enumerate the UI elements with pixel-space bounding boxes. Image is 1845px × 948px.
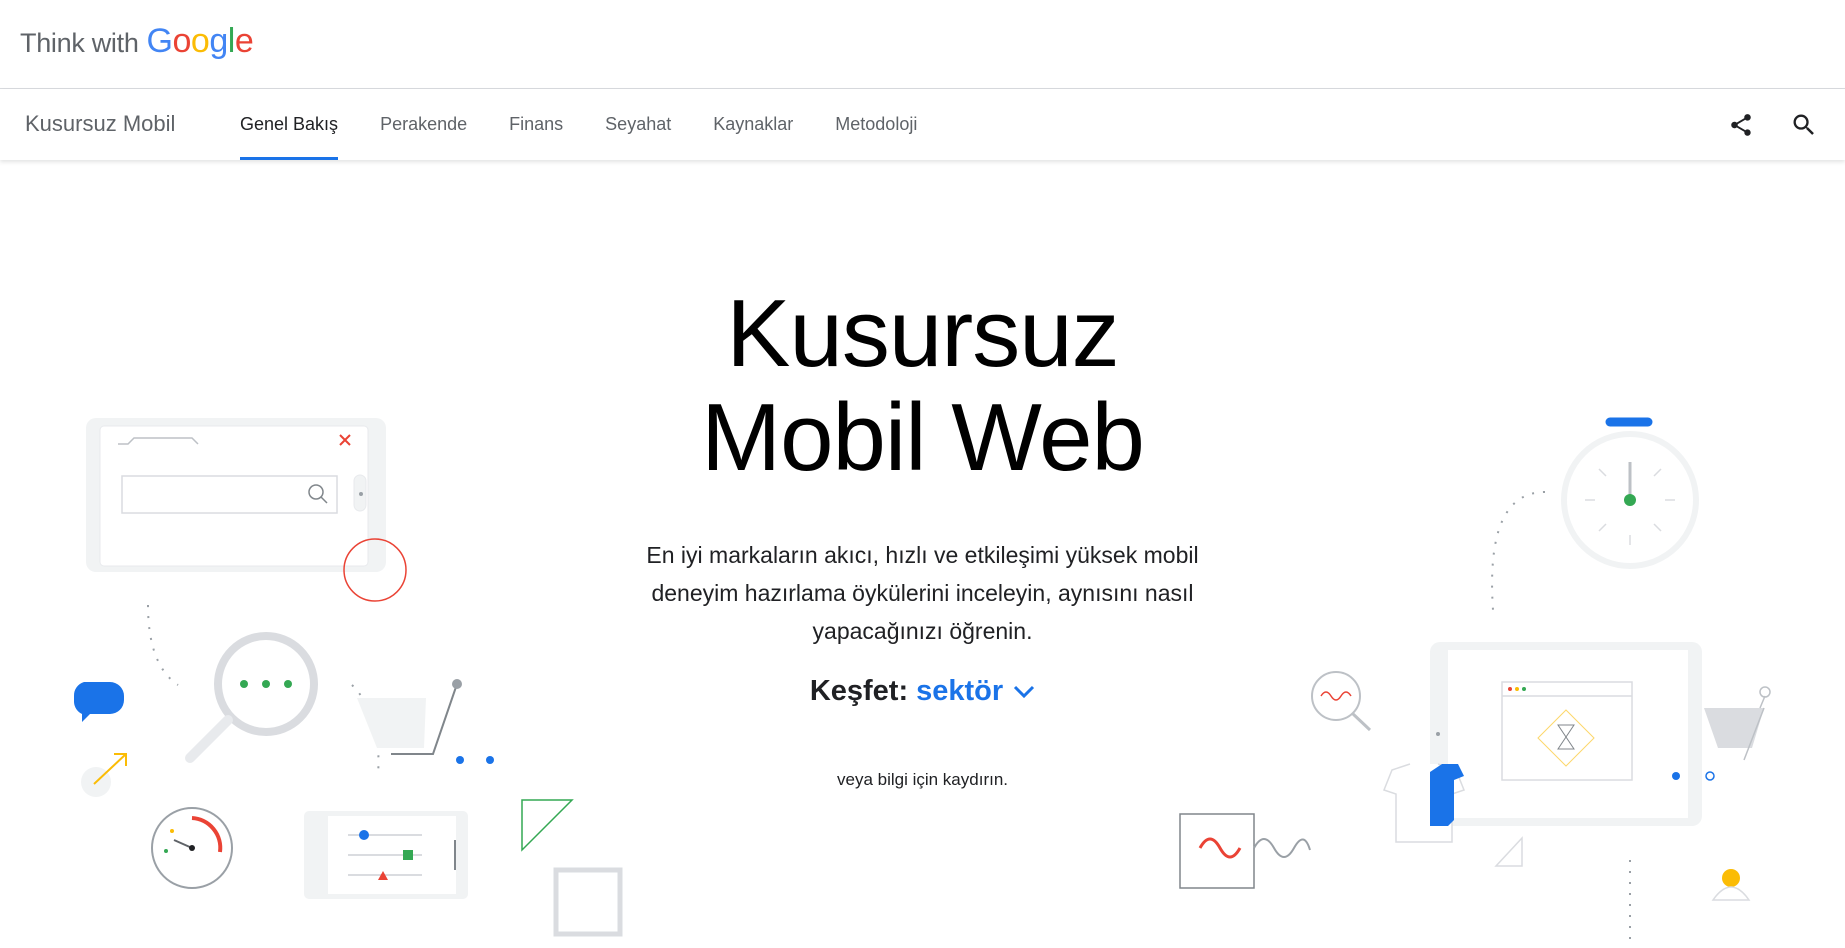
section-nav: Kusursuz Mobil Genel Bakış Perakende Fin… xyxy=(0,89,1845,160)
chevron-down-icon xyxy=(1014,685,1035,698)
share-button[interactable] xyxy=(1725,109,1757,141)
wave-box-illustration xyxy=(1179,813,1311,889)
tab-perakende[interactable]: Perakende xyxy=(359,89,488,160)
search-icon xyxy=(1793,114,1814,135)
logo-google: Google xyxy=(147,22,254,61)
site-header: Think with Google xyxy=(0,0,1845,89)
google-letter: l xyxy=(227,22,236,60)
section-title[interactable]: Kusursuz Mobil xyxy=(25,111,175,137)
explore-selector: Keşfet: sektör xyxy=(0,675,1845,708)
explore-label: Keşfet: xyxy=(809,675,909,707)
tab-kaynaklar[interactable]: Kaynaklar xyxy=(692,89,814,160)
square-illustration xyxy=(553,867,623,937)
hero-title-line-2: Mobil Web xyxy=(701,384,1145,491)
tab-finans[interactable]: Finans xyxy=(488,89,584,160)
slider-panel-illustration xyxy=(304,811,468,899)
tab-metodoloji[interactable]: Metodoloji xyxy=(814,89,938,160)
hero-title-line-1: Kusursuz xyxy=(726,280,1119,387)
hero-title: Kusursuz Mobil Web xyxy=(0,282,1845,490)
logo-think-with: Think with xyxy=(20,28,139,58)
hero-description-line: deneyim hazırlama öykülerini inceleyin, … xyxy=(651,580,1194,606)
tablet-browser-illustration xyxy=(1430,642,1702,826)
google-letter: o xyxy=(172,22,192,60)
scroll-hint: veya bilgi için kaydırın. xyxy=(836,770,1009,789)
google-letter: e xyxy=(234,22,254,60)
hero-description-line: En iyi markaların akıcı, hızlı ve etkile… xyxy=(646,542,1199,568)
search-button[interactable] xyxy=(1788,109,1820,141)
section-tabs: Genel Bakış Perakende Finans Seyahat Kay… xyxy=(240,89,938,160)
triangle-illustration xyxy=(521,799,574,852)
tab-genel-bakis[interactable]: Genel Bakış xyxy=(240,89,359,160)
google-letter: o xyxy=(190,22,210,60)
tab-seyahat[interactable]: Seyahat xyxy=(584,89,692,160)
gauge-illustration xyxy=(151,807,233,889)
hero-description-line: yapacağınızı öğrenin. xyxy=(812,618,1033,644)
hero-description: En iyi markaların akıcı, hızlı ve etkile… xyxy=(0,536,1845,650)
explore-value: sektör xyxy=(916,675,1004,707)
google-letter: g xyxy=(209,22,228,60)
google-letter: G xyxy=(146,22,173,60)
small-triangle-illustration xyxy=(1494,836,1523,867)
explore-dropdown[interactable]: sektör xyxy=(916,675,1035,708)
think-with-google-logo[interactable]: Think with Google xyxy=(20,22,254,61)
share-icon xyxy=(1731,114,1751,136)
person-illustration xyxy=(1711,869,1751,901)
